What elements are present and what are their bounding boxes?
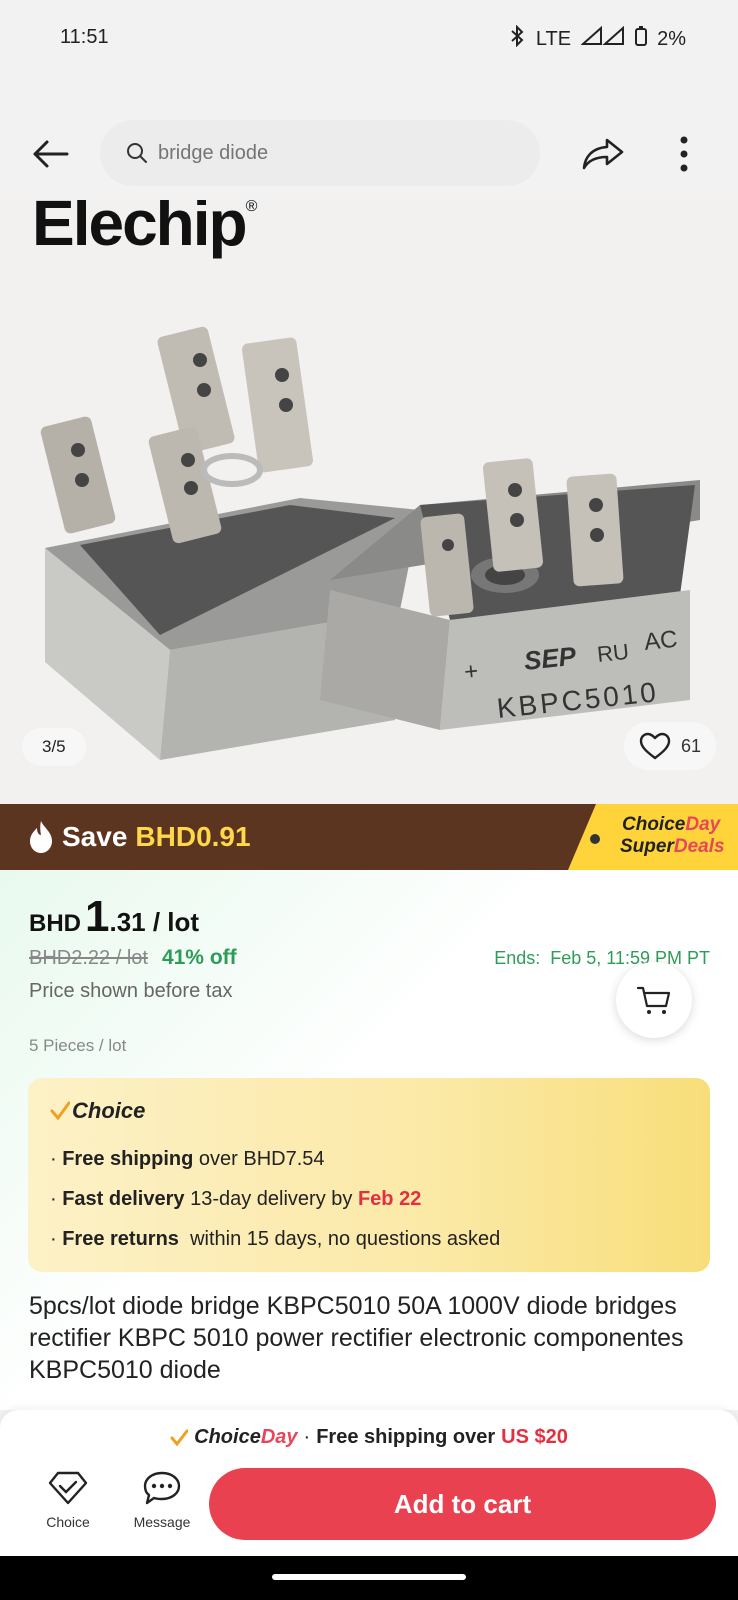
add-to-cart-button[interactable]: Add to cart bbox=[209, 1468, 716, 1540]
favorite-button[interactable]: 61 bbox=[624, 722, 716, 770]
share-icon bbox=[582, 138, 624, 170]
product-image-carousel[interactable]: Elechip® + SEP RU AC KBPC5010 3/5 61 bbox=[0, 200, 738, 804]
bridge-rectifier-image: + SEP RU AC KBPC5010 bbox=[40, 326, 700, 760]
more-options-button[interactable] bbox=[660, 128, 708, 180]
price-section: BHD 1 .31 / lot BHD2.22 / lot 41% off En… bbox=[0, 870, 738, 1410]
bottom-action-panel: ChoiceDay · Free shipping over US $20 Ch… bbox=[0, 1410, 738, 1556]
svg-text:+: + bbox=[463, 658, 480, 686]
free-shipping-banner: ChoiceDay · Free shipping over US $20 bbox=[0, 1426, 738, 1449]
svg-text:RU: RU bbox=[596, 639, 630, 667]
original-price: BHD2.22 / lot bbox=[29, 946, 148, 969]
favorite-count: 61 bbox=[680, 735, 702, 756]
network-type: LTE bbox=[535, 27, 572, 50]
image-counter: 3/5 bbox=[22, 728, 86, 766]
svg-text:AC: AC bbox=[643, 626, 679, 656]
bluetooth-icon bbox=[510, 24, 526, 53]
top-navigation bbox=[0, 110, 738, 200]
search-icon bbox=[127, 143, 147, 163]
current-price: BHD 1 .31 / lot bbox=[29, 892, 200, 941]
product-page: 11:51 LTE 2% bridge diode Elechip® + SEP… bbox=[0, 0, 738, 1600]
battery-icon bbox=[635, 26, 648, 52]
back-button[interactable] bbox=[26, 130, 74, 178]
choice-benefits-card[interactable]: Choice · Free shipping over BHD7.54 · Fa… bbox=[28, 1078, 710, 1272]
check-icon bbox=[170, 1429, 189, 1446]
flame-icon bbox=[30, 821, 52, 853]
deal-end-time: Ends: Feb 5, 11:59 PM PT bbox=[494, 948, 710, 968]
signal-icon bbox=[580, 25, 625, 52]
nav-choice-button[interactable]: Choice bbox=[28, 1470, 108, 1550]
discount-badge: 41% off bbox=[161, 946, 237, 969]
more-vertical-icon bbox=[680, 136, 688, 172]
benefit-fast-delivery: · Fast delivery 13-day delivery by Feb 2… bbox=[50, 1188, 422, 1210]
tax-note: Price shown before tax bbox=[29, 980, 233, 1002]
benefit-free-returns: · Free returns within 15 days, no questi… bbox=[50, 1228, 501, 1250]
arrow-left-icon bbox=[33, 140, 69, 168]
cart-icon bbox=[636, 986, 671, 1014]
system-navigation-bar bbox=[0, 1556, 738, 1600]
status-bar: 11:51 LTE 2% bbox=[0, 0, 738, 76]
choice-diamond-icon bbox=[48, 1471, 88, 1505]
status-time: 11:51 bbox=[60, 26, 109, 48]
search-input[interactable] bbox=[158, 141, 518, 165]
benefit-free-shipping: · Free shipping over BHD7.54 bbox=[50, 1148, 325, 1170]
original-price-row: BHD2.22 / lot 41% off bbox=[29, 946, 237, 970]
status-icons: LTE 2% bbox=[510, 24, 686, 53]
home-indicator[interactable] bbox=[272, 1574, 466, 1580]
svg-text:SEP: SEP bbox=[522, 641, 578, 676]
search-bar[interactable] bbox=[100, 120, 540, 186]
product-title: 5pcs/lot diode bridge KBPC5010 50A 1000V… bbox=[29, 1292, 684, 1384]
check-icon bbox=[50, 1101, 70, 1121]
cart-button[interactable] bbox=[616, 962, 692, 1038]
choice-day-superdeals-tag: ChoiceDay SuperDeals bbox=[568, 804, 738, 870]
battery-level: 2% bbox=[657, 27, 686, 50]
heart-icon bbox=[639, 732, 671, 760]
nav-message-button[interactable]: Message bbox=[122, 1470, 202, 1550]
message-icon bbox=[143, 1471, 181, 1505]
share-button[interactable] bbox=[578, 130, 628, 178]
lot-size: 5 Pieces / lot bbox=[29, 1036, 127, 1055]
choiceday-logo: ChoiceDay bbox=[194, 1426, 298, 1448]
brand-logo: Elechip® bbox=[32, 200, 257, 259]
save-amount: BHD0.91 bbox=[135, 821, 251, 852]
choice-badge: Choice bbox=[50, 1098, 145, 1124]
save-amount-label: Save BHD0.91 bbox=[28, 820, 251, 854]
promo-banner: Save BHD0.91 ChoiceDay SuperDeals bbox=[0, 804, 738, 870]
